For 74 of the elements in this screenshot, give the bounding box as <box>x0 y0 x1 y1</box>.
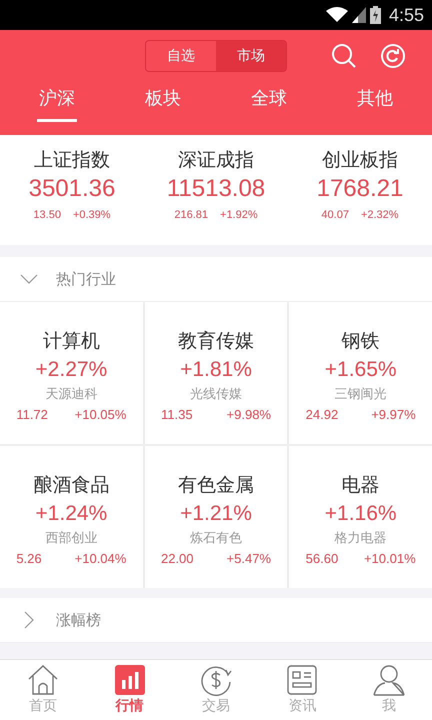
refresh-icon[interactable] <box>380 43 406 69</box>
market-tab[interactable]: 其他 <box>355 82 395 122</box>
industry-name: 电器 <box>342 473 380 498</box>
dollar-cycle-icon <box>200 664 232 696</box>
index-name: 上证指数 <box>34 148 110 173</box>
industry-card[interactable]: 教育传媒 +1.81% 光线传媒 11.35 +9.98% <box>144 302 288 444</box>
bar-chart-icon <box>114 664 146 696</box>
stock-percent: +10.01% <box>364 551 416 566</box>
index-percent: +2.32% <box>360 209 399 221</box>
industry-name: 酿酒食品 <box>33 473 110 498</box>
stock-price: 24.92 <box>306 407 338 422</box>
index-change: 216.81 <box>174 209 208 221</box>
stock-price: 11.35 <box>160 407 193 422</box>
stock-price: 11.72 <box>16 407 48 422</box>
section-title: 热门行业 <box>56 270 116 288</box>
market-tab[interactable]: 板块 <box>143 82 183 122</box>
index-value: 3501.36 <box>28 175 116 203</box>
industry-card[interactable]: 酿酒食品 +1.24% 西部创业 5.26 +10.04% <box>0 446 143 588</box>
leading-stock: 西部创业 <box>45 530 98 547</box>
nav-item[interactable]: 行情 <box>100 660 160 720</box>
section-header[interactable]: 热门行业 <box>0 257 432 302</box>
index-name: 深证成指 <box>178 148 254 173</box>
industry-percent: +2.27% <box>35 358 108 382</box>
stock-price: 56.60 <box>306 551 338 566</box>
nav-item[interactable]: 交易 <box>186 660 246 720</box>
leading-stock: 光线传媒 <box>190 386 242 403</box>
index-percent: +0.39% <box>72 209 111 221</box>
industry-percent: +1.81% <box>180 358 252 382</box>
industry-name: 有色金属 <box>178 473 254 498</box>
index-percent: +1.92% <box>220 209 258 221</box>
stock-percent: +10.05% <box>74 407 126 422</box>
index-value: 1768.21 <box>316 175 404 203</box>
nav-item[interactable]: 首页 <box>13 660 74 720</box>
industry-percent: +1.65% <box>324 358 397 382</box>
stock-percent: +5.47% <box>226 551 271 566</box>
stock-percent: +9.97% <box>371 407 416 422</box>
person-icon <box>372 664 405 696</box>
stock-price: 22.00 <box>160 551 194 566</box>
stock-price: 5.26 <box>16 551 42 566</box>
stock-percent: +9.98% <box>226 407 271 422</box>
leading-stock: 三钢闽光 <box>334 386 387 403</box>
index-name: 创业板指 <box>322 148 398 173</box>
segment-tab[interactable]: 自选 <box>146 41 216 71</box>
nav-item[interactable]: 我 <box>358 660 419 720</box>
industry-percent: +1.24% <box>35 502 108 526</box>
market-tab[interactable]: 沪深 <box>37 82 77 122</box>
stock-percent: +10.04% <box>74 551 126 566</box>
industry-percent: +1.21% <box>180 502 252 526</box>
leading-stock: 炼石有色 <box>190 530 242 547</box>
industry-card[interactable]: 计算机 +2.27% 天源迪科 11.72 +10.05% <box>0 302 143 444</box>
industry-name: 教育传媒 <box>178 329 254 354</box>
index-change: 13.50 <box>33 209 61 221</box>
segment-tab[interactable]: 市场 <box>216 41 286 71</box>
battery-icon <box>370 6 381 24</box>
leading-stock: 格力电器 <box>334 530 387 547</box>
signal-icon <box>352 7 366 23</box>
house-icon <box>27 664 60 696</box>
industry-name: 计算机 <box>42 329 100 354</box>
clock: 4:55 <box>388 4 424 26</box>
industry-name: 钢铁 <box>342 329 380 354</box>
industry-card[interactable]: 钢铁 +1.65% 三钢闽光 24.92 +9.97% <box>289 302 432 444</box>
industry-card[interactable]: 有色金属 +1.21% 炼石有色 22.00 +5.47% <box>144 446 288 588</box>
industry-percent: +1.16% <box>324 502 397 526</box>
market-tab[interactable]: 全球 <box>249 82 289 122</box>
section-title: 涨幅榜 <box>56 610 101 630</box>
index-change: 40.07 <box>321 209 349 221</box>
search-icon[interactable] <box>331 43 357 69</box>
wifi-icon <box>326 7 348 23</box>
nav-item[interactable]: 资讯 <box>272 660 332 720</box>
section-header[interactable]: 涨幅榜 <box>0 598 432 643</box>
index-value: 11513.08 <box>166 175 266 203</box>
industry-card[interactable]: 电器 +1.16% 格力电器 56.60 +10.01% <box>289 446 432 588</box>
leading-stock: 天源迪科 <box>45 386 98 403</box>
newspaper-icon <box>286 664 318 696</box>
